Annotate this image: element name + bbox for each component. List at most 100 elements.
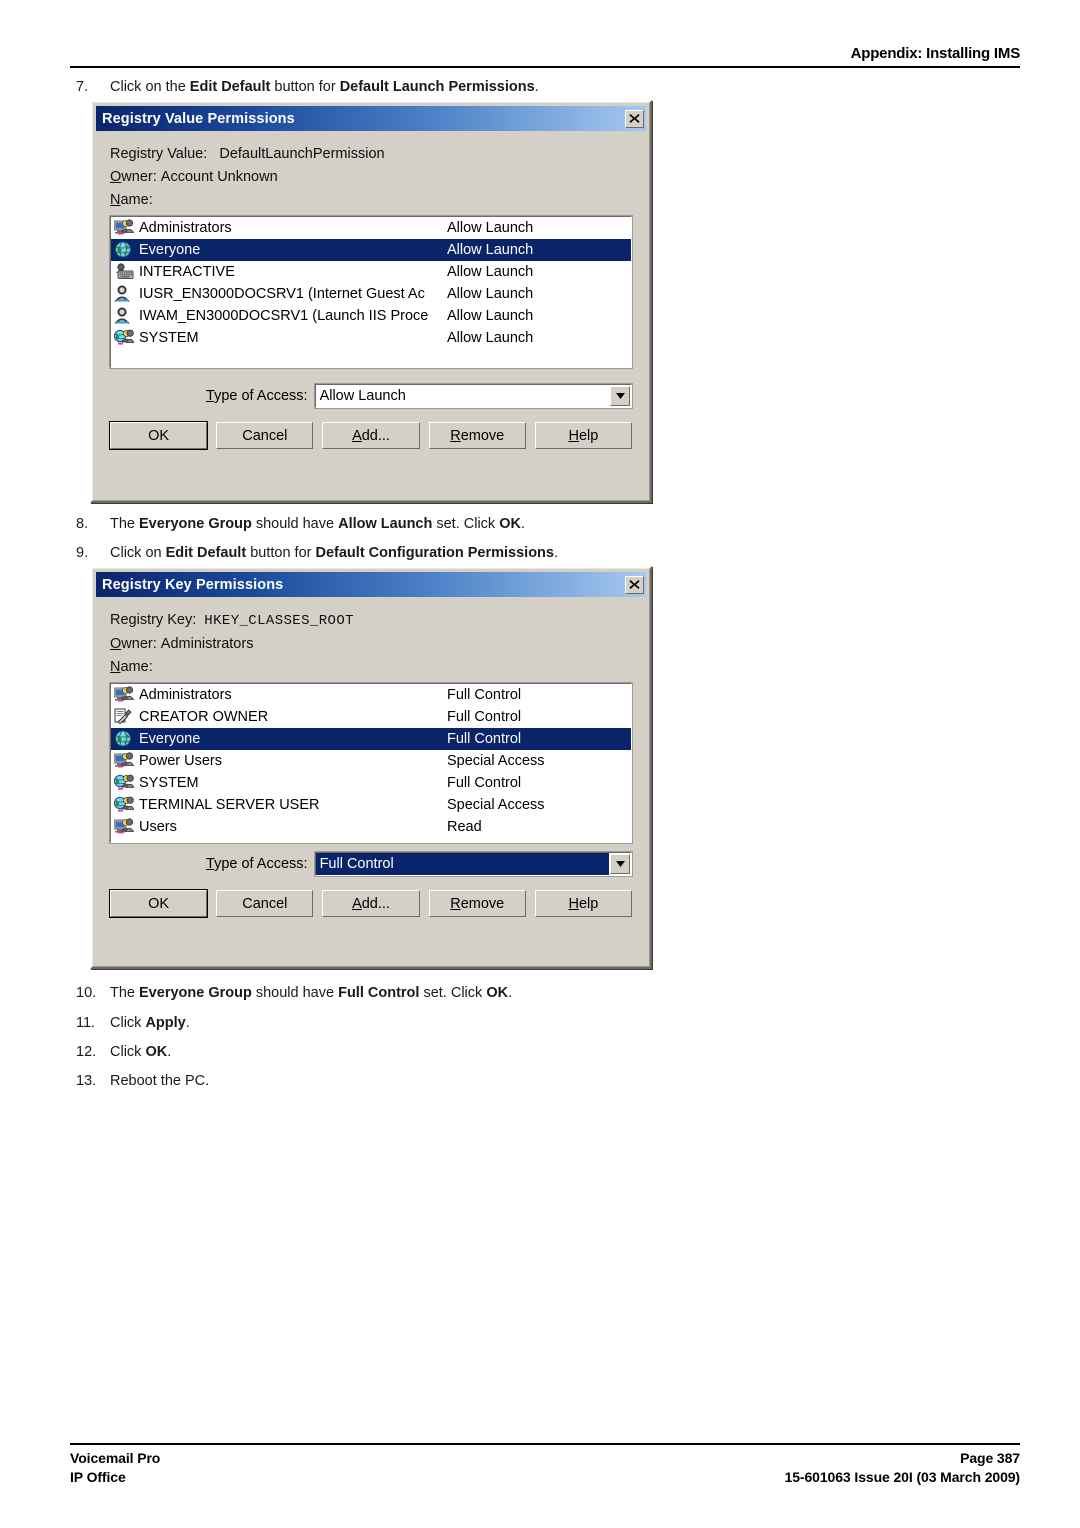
close-icon[interactable] (625, 575, 644, 594)
help-button[interactable]: Help (534, 422, 633, 449)
permission-account-name: Administrators (139, 687, 232, 703)
step-7: 7. Click on the Edit Default button for … (76, 78, 776, 97)
dialog-button-row: OK Cancel Add... Remove Help (108, 889, 633, 918)
permissions-list[interactable]: Administrators Allow Launch Everyone Allow… (109, 215, 633, 369)
registry-value-permissions-dialog[interactable]: Registry Value Permissions Registry Valu… (90, 100, 652, 503)
permission-access-level: Allow Launch (447, 264, 534, 280)
step-12-number: 12. (76, 1044, 97, 1060)
permission-account-name: IWAM_EN3000DOCSRV1 (Launch IIS Proce (139, 308, 429, 324)
step-12-prefix: Click (110, 1044, 146, 1060)
permission-row[interactable]: Administrators Allow Launch (111, 217, 631, 239)
name-label: ame: (120, 659, 153, 675)
step-11-prefix: Click (110, 1015, 146, 1031)
step-12-text: Click OK. (110, 1043, 776, 1062)
ok-button[interactable]: OK (108, 421, 209, 450)
step-7-bold-2: Default Launch Permissions (339, 79, 535, 95)
everyone-icon (114, 730, 136, 748)
add-button[interactable]: Add... (322, 422, 420, 449)
type-of-access-accel: T (206, 856, 215, 872)
system-icon (114, 329, 136, 347)
permission-account-name: Everyone (139, 242, 201, 258)
step-11-text: Click Apply. (110, 1014, 776, 1033)
registry-key-row: Registry Key: HKEY_CLASSES_ROOT (110, 609, 632, 633)
permission-row[interactable]: Power Users Special Access (111, 750, 631, 772)
permission-row[interactable]: SYSTEM Allow Launch (111, 327, 631, 349)
permission-row[interactable]: Everyone Full Control (111, 728, 631, 750)
group-icon (114, 818, 136, 836)
type-of-access-row: Type of Access: Allow Launch (110, 383, 634, 409)
step-9: 9. Click on Edit Default button for Defa… (76, 544, 776, 563)
permission-account-name: INTERACTIVE (139, 264, 235, 280)
permission-row[interactable]: Users Read (111, 816, 631, 838)
step-10: 10. The Everyone Group should have Full … (76, 984, 776, 1003)
permission-access-level: Full Control (447, 687, 522, 703)
system-icon (114, 796, 136, 814)
step-8-text: The Everyone Group should have Allow Lau… (110, 515, 776, 534)
permission-account-name: CREATOR OWNER (139, 709, 269, 725)
owner-row: Owner: Administrators (110, 633, 632, 656)
cancel-button[interactable]: Cancel (216, 890, 314, 917)
system-icon (114, 774, 136, 792)
footer-right: Page 387 15-601063 Issue 20I (03 March 2… (785, 1449, 1021, 1487)
add-button[interactable]: Add... (322, 890, 420, 917)
permission-account-name: Administrators (139, 220, 232, 236)
type-of-access-dropdown[interactable]: Allow Launch (313, 383, 634, 409)
permission-access-level: Allow Launch (447, 330, 534, 346)
step-7-mid: button for (270, 79, 340, 95)
step-8-mid-2: set. Click (432, 516, 500, 532)
step-13-prefix: Reboot the PC. (110, 1073, 210, 1089)
help-button[interactable]: Help (534, 890, 633, 917)
dialog-title: Registry Value Permissions (102, 110, 295, 127)
step-8-prefix: The (110, 516, 140, 532)
name-row: Name: (110, 656, 632, 679)
permission-row[interactable]: IWAM_EN3000DOCSRV1 (Launch IIS Proce Allo… (111, 305, 631, 327)
permission-access-level: Allow Launch (447, 220, 534, 236)
step-8-mid: should have (251, 516, 339, 532)
step-11: 11. Click Apply. (76, 1014, 776, 1033)
chevron-down-icon[interactable] (610, 386, 630, 406)
registry-value-label: Registry Value: (110, 146, 208, 162)
header-rule (70, 66, 1020, 68)
close-icon[interactable] (625, 109, 644, 128)
type-of-access-accel: T (206, 388, 215, 404)
step-7-suffix: . (534, 79, 539, 95)
permission-row[interactable]: INTERACTIVE Allow Launch (111, 261, 631, 283)
ok-button[interactable]: OK (108, 889, 209, 918)
step-12: 12. Click OK. (76, 1043, 776, 1062)
remove-button[interactable]: Remove (428, 890, 526, 917)
step-10-mid: should have (251, 985, 339, 1001)
dialog-titlebar[interactable]: Registry Value Permissions (96, 106, 646, 131)
footer-product-name: Voicemail Pro (70, 1450, 161, 1466)
registry-key-permissions-dialog[interactable]: Registry Key Permissions Registry Key: H… (90, 566, 652, 969)
cancel-button[interactable]: Cancel (216, 422, 314, 449)
step-10-prefix: The (110, 985, 140, 1001)
permission-row[interactable]: CREATOR OWNER Full Control (111, 706, 631, 728)
registry-key-value: HKEY_CLASSES_ROOT (204, 613, 354, 629)
step-9-bold-1: Edit Default (165, 545, 247, 561)
step-7-bold-1: Edit Default (189, 79, 271, 95)
permission-row[interactable]: SYSTEM Full Control (111, 772, 631, 794)
step-11-suffix: . (185, 1015, 190, 1031)
chevron-down-icon[interactable] (610, 854, 630, 874)
everyone-icon (114, 241, 136, 259)
permission-row[interactable]: Everyone Allow Launch (111, 239, 631, 261)
owner-label-accel: O (110, 169, 122, 185)
type-of-access-value: Full Control (315, 853, 609, 875)
group-icon (114, 686, 136, 704)
permission-row[interactable]: TERMINAL SERVER USER Special Access (111, 794, 631, 816)
permissions-list[interactable]: Administrators Full Control CREATOR OWNER… (109, 682, 633, 844)
step-8: 8. The Everyone Group should have Allow … (76, 515, 776, 534)
group-icon (114, 752, 136, 770)
owner-value: Account Unknown (160, 169, 278, 185)
permission-row[interactable]: IUSR_EN3000DOCSRV1 (Internet Guest Ac All… (111, 283, 631, 305)
step-11-number: 11. (76, 1015, 96, 1031)
dialog-titlebar[interactable]: Registry Key Permissions (96, 572, 646, 597)
step-10-suffix: . (508, 985, 513, 1001)
remove-button[interactable]: Remove (428, 422, 526, 449)
permission-row[interactable]: Administrators Full Control (111, 684, 631, 706)
permission-account-name: TERMINAL SERVER USER (139, 797, 320, 813)
type-of-access-dropdown[interactable]: Full Control (313, 851, 634, 877)
permission-access-level: Special Access (447, 753, 545, 769)
dialog-title: Registry Key Permissions (102, 576, 284, 593)
permission-account-name: IUSR_EN3000DOCSRV1 (Internet Guest Ac (139, 286, 425, 302)
